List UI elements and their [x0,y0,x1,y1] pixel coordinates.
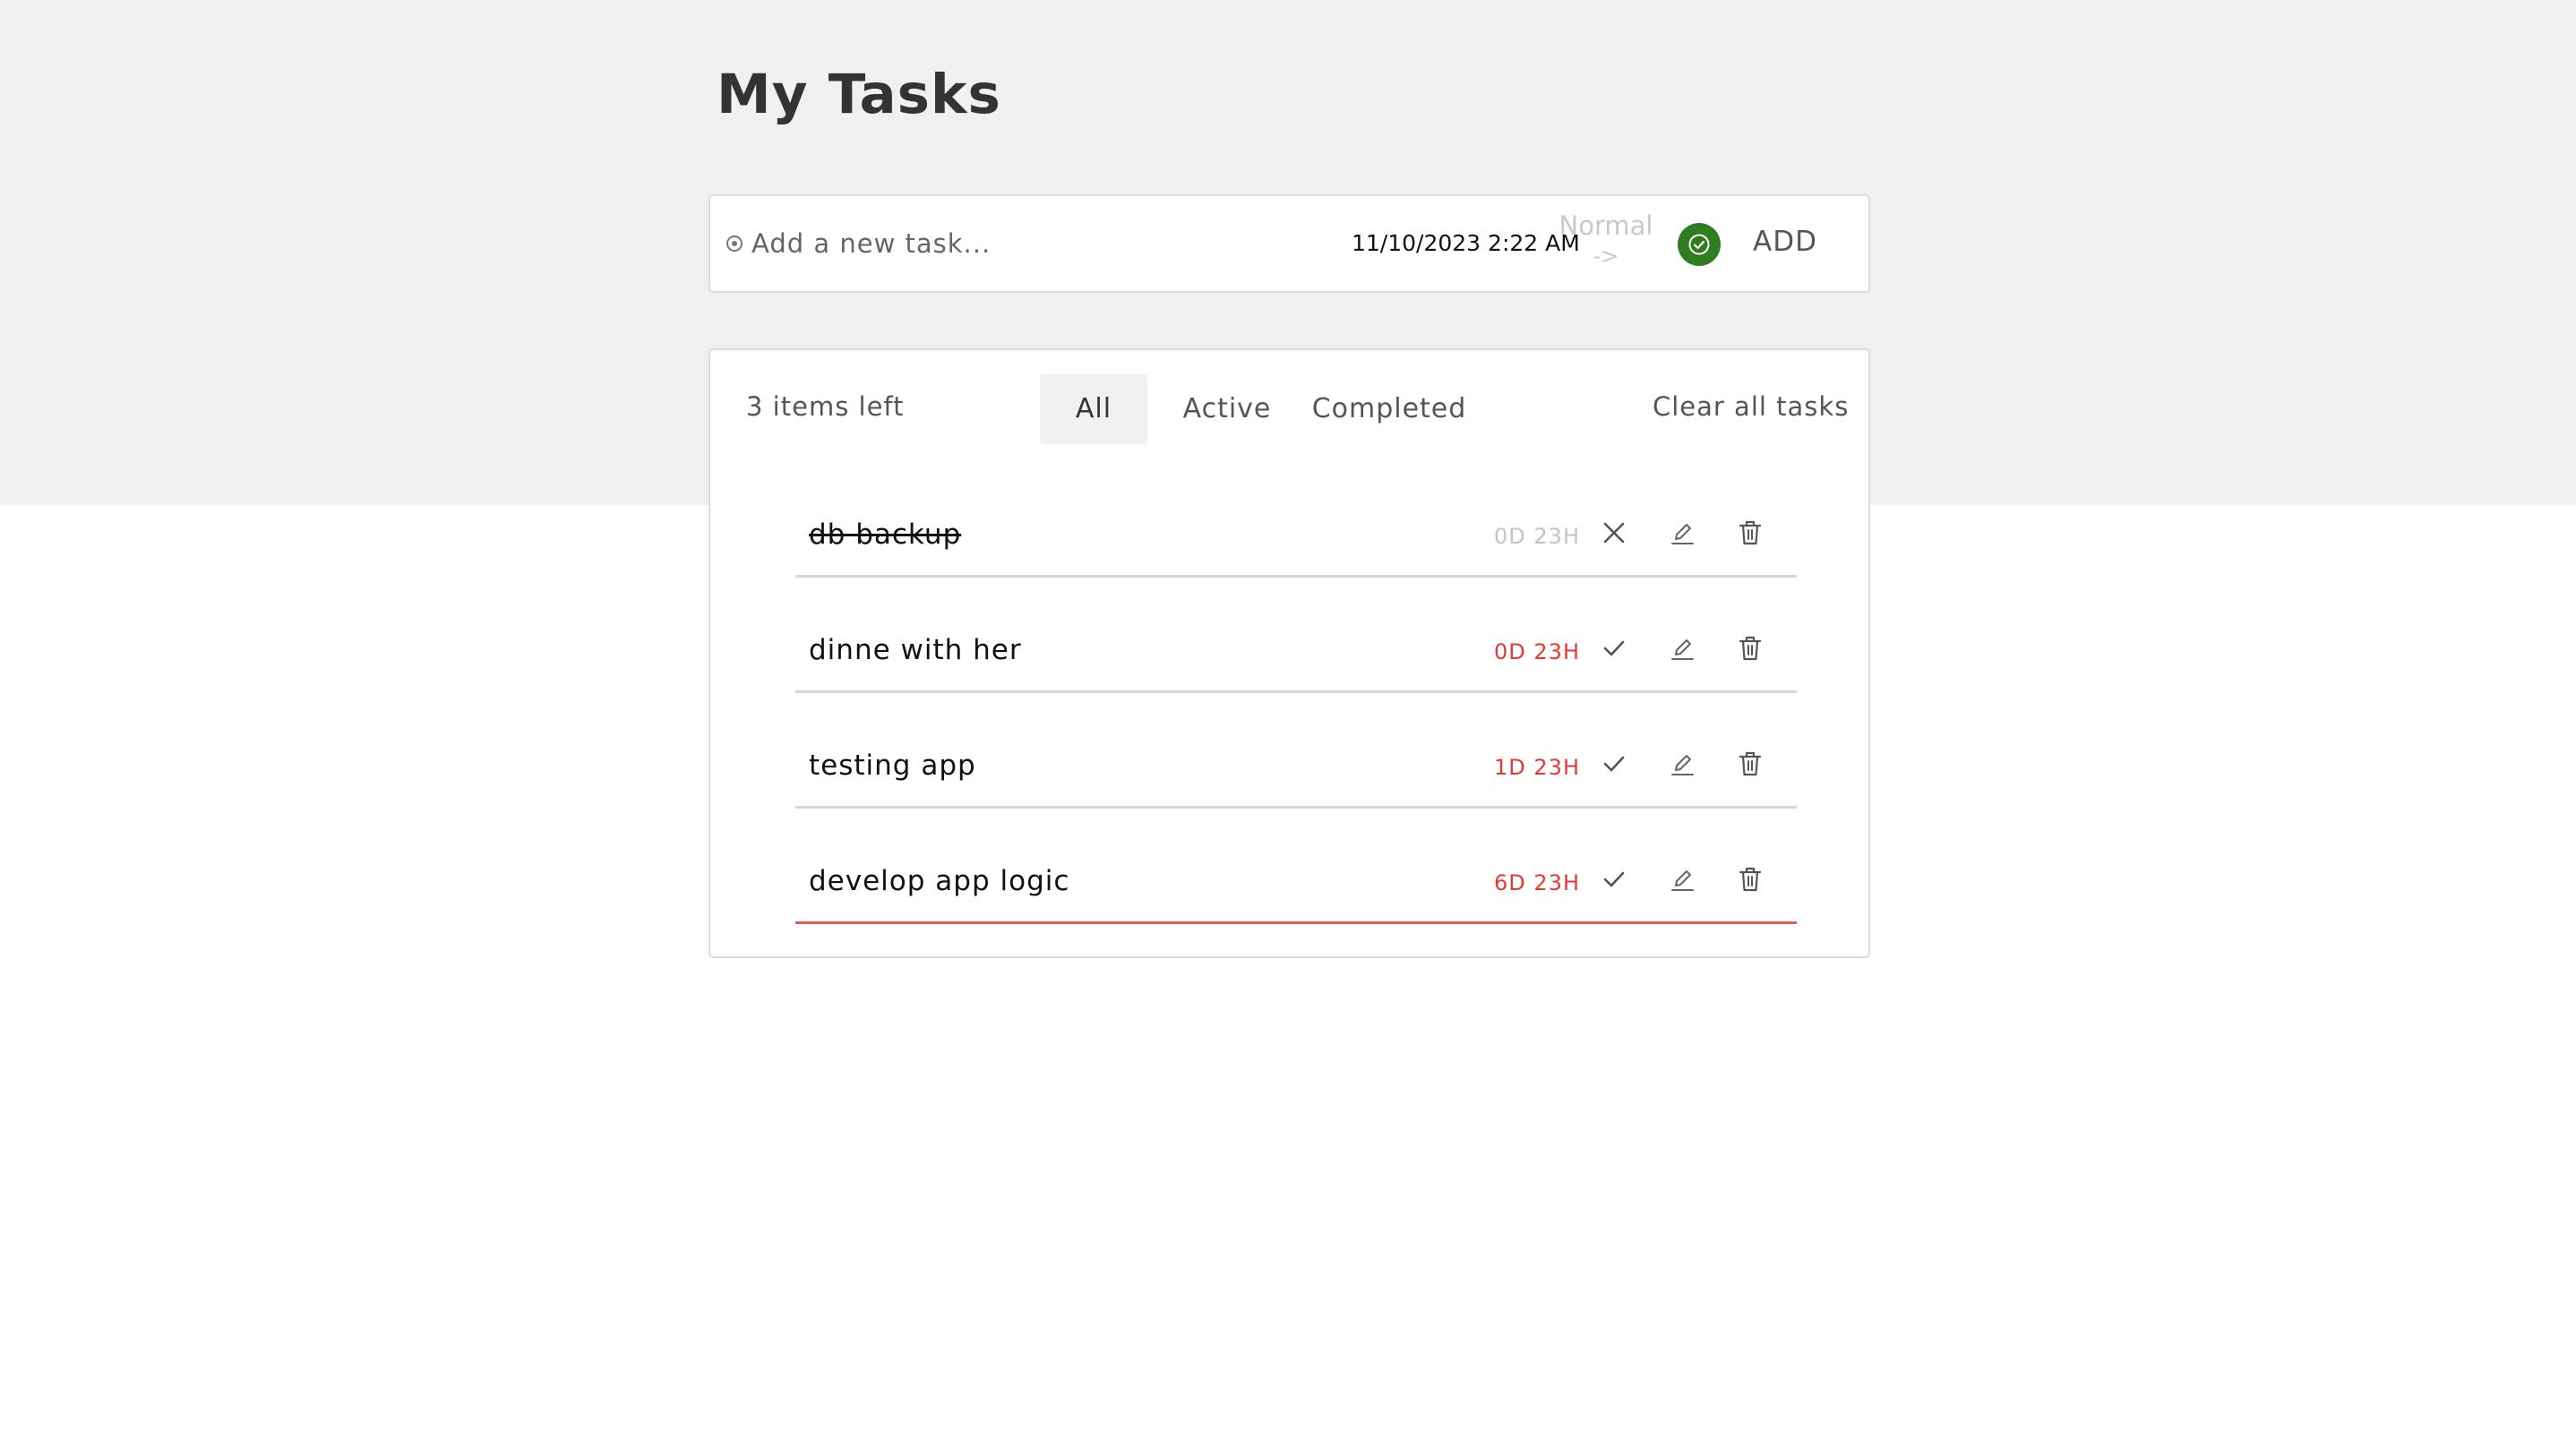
filter-tab-all[interactable]: All [1040,374,1147,444]
add-task-bar: 11/10/2023 2:22 AM Normal -> ADD [708,194,1870,293]
trash-icon[interactable] [1734,517,1766,549]
task-name: testing app [809,749,976,782]
close-icon[interactable] [1598,517,1630,549]
task-row: testing app 1D 23H [795,708,1797,809]
page-title: My Tasks [717,63,1001,126]
task-row: develop app logic 6D 23H [795,824,1797,924]
check-icon[interactable] [1598,748,1630,780]
task-name: dinne with her [809,634,1022,666]
priority-arrow: -> [1593,244,1619,269]
priority-selector[interactable]: Normal -> [1556,209,1656,270]
trash-icon[interactable] [1734,863,1766,895]
add-task-button[interactable]: ADD [1753,226,1817,258]
pencil-icon[interactable] [1666,748,1698,780]
pencil-icon[interactable] [1666,517,1698,549]
check-circle-icon[interactable] [1678,223,1721,266]
clear-all-button[interactable]: Clear all tasks [1653,391,1849,422]
task-list-card: 3 items left All Active Completed Clear … [708,348,1870,958]
task-name: develop app logic [809,865,1070,897]
filter-tab-active[interactable]: Active [1175,374,1279,444]
filter-tab-completed[interactable]: Completed [1304,374,1474,444]
pencil-icon[interactable] [1666,863,1698,895]
task-row: db backup 0D 23H [795,477,1797,578]
task-due: 0D 23H [1494,639,1580,664]
task-due: 6D 23H [1494,870,1580,895]
new-task-input[interactable] [751,221,1289,266]
check-icon[interactable] [1598,863,1630,895]
priority-label: Normal [1558,210,1653,241]
task-name: db backup [809,518,962,551]
trash-icon[interactable] [1734,632,1766,664]
task-due: 0D 23H [1494,524,1580,549]
items-left-count: 3 items left [746,391,905,422]
task-due: 1D 23H [1494,755,1580,780]
pencil-icon[interactable] [1666,632,1698,664]
task-row: dinne with her 0D 23H [795,593,1797,693]
radio-dot-icon [726,236,743,252]
trash-icon[interactable] [1734,748,1766,780]
check-icon[interactable] [1598,632,1630,664]
due-date-picker[interactable]: 11/10/2023 2:22 AM [1352,230,1580,256]
